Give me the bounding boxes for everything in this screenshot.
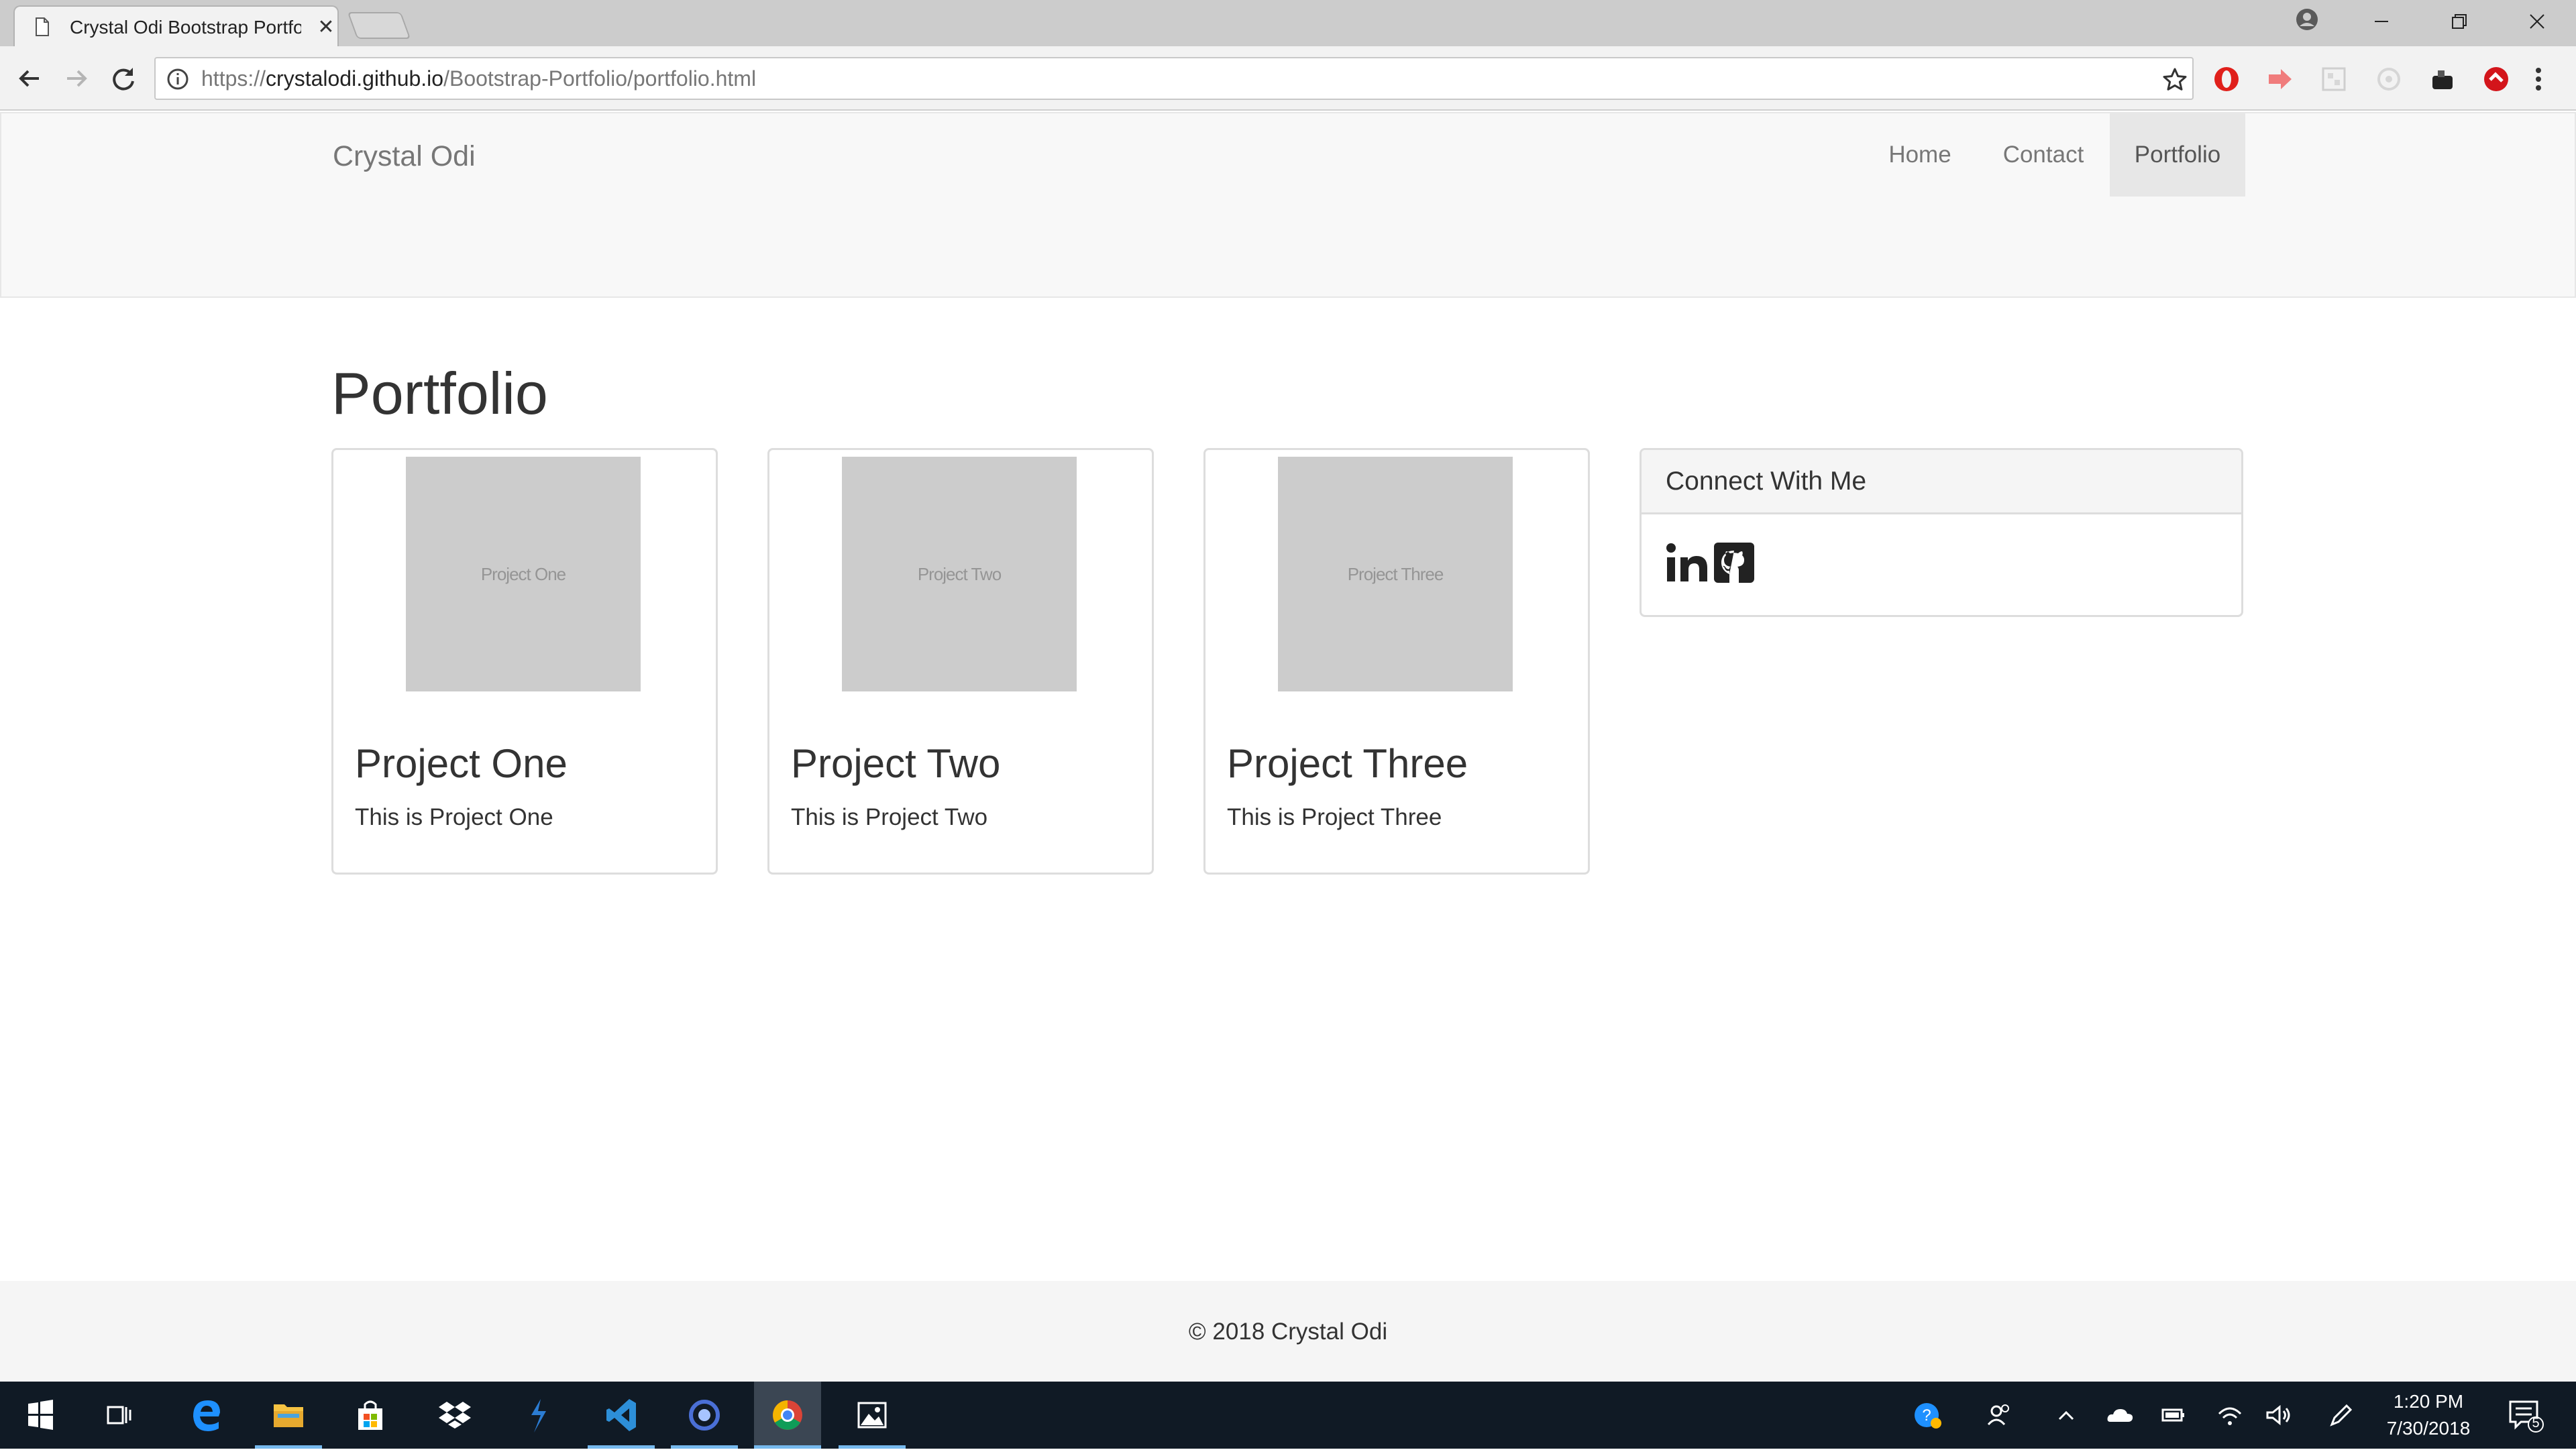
kebab-menu-icon[interactable] [2530,65,2546,93]
windows-start-icon[interactable] [7,1382,74,1449]
url-text[interactable]: https://crystalodi.github.io/Bootstrap-P… [201,58,756,99]
panel-heading: Connect With Me [1642,450,2241,514]
forward-arrow-icon[interactable] [60,62,93,95]
action-center-icon[interactable]: 5 [2506,1396,2546,1434]
tab-title: Crystal Odi Bootstrap Portfolio [70,17,301,38]
cortana-icon[interactable] [671,1382,738,1449]
page-title: Portfolio [331,360,548,427]
new-tab-button[interactable] [347,12,411,39]
pen-icon[interactable] [2325,1399,2357,1431]
copyright-text: © 2018 Crystal Odi [1188,1319,1388,1345]
project-thumbnail[interactable]: Project Two [842,457,1077,691]
notification-count: 5 [2532,1416,2540,1431]
site-navbar: Crystal Odi Home Contact Portfolio [0,112,2576,298]
site-footer: © 2018 Crystal Odi [0,1281,2576,1382]
sway-icon[interactable] [504,1382,572,1449]
arrow-extension-icon[interactable] [2266,65,2294,93]
project-thumbnail[interactable]: Project Three [1278,457,1513,691]
project-description: This is Project Three [1227,804,1442,830]
browser-titlebar: Crystal Odi Bootstrap Portfolio ✕ [0,0,2576,46]
browser-tab[interactable]: Crystal Odi Bootstrap Portfolio ✕ [13,5,339,46]
svg-text:?: ? [1922,1406,1931,1425]
vscode-icon[interactable] [588,1382,655,1449]
clock-date: 7/30/2018 [2386,1418,2471,1439]
url-scheme: https:// [201,66,266,91]
file-explorer-icon[interactable] [255,1382,322,1449]
back-arrow-icon[interactable] [13,62,46,95]
task-view-icon[interactable] [86,1382,153,1449]
battery-icon[interactable] [2157,1399,2190,1431]
linkedin-icon[interactable] [1666,541,1709,584]
opera-extension-icon[interactable] [2212,65,2241,93]
circle-extension-icon[interactable] [2375,65,2403,93]
chevron-up-icon[interactable] [2050,1399,2082,1431]
help-icon[interactable]: ? [1912,1399,1944,1431]
project-card: Project One Project One This is Project … [331,448,718,875]
volume-icon[interactable] [2262,1399,2294,1431]
project-title: Project Three [1227,741,1468,786]
nav-portfolio[interactable]: Portfolio [2110,113,2245,197]
nav-home[interactable]: Home [1866,113,1974,197]
connect-panel: Connect With Me [1640,448,2243,617]
grid-extension-icon[interactable] [2320,65,2348,93]
clock-time: 1:20 PM [2393,1391,2464,1412]
address-bar[interactable]: https://crystalodi.github.io/Bootstrap-P… [154,57,2194,100]
lastpass-extension-icon[interactable] [2482,65,2510,93]
edge-icon[interactable] [173,1382,240,1449]
people-icon[interactable] [1983,1399,2015,1431]
dropbox-icon[interactable] [421,1382,488,1449]
onedrive-icon[interactable] [2104,1399,2136,1431]
project-title: Project One [355,741,568,786]
site-brand[interactable]: Crystal Odi [333,137,476,175]
project-description: This is Project Two [791,804,988,830]
project-card: Project Three Project Three This is Proj… [1203,448,1590,875]
wifi-icon[interactable] [2214,1399,2246,1431]
page-icon [36,17,49,36]
profile-icon[interactable] [2296,8,2318,31]
info-icon[interactable] [166,68,189,91]
store-icon[interactable] [337,1382,404,1449]
minimize-icon[interactable] [2344,3,2419,40]
restore-icon[interactable] [2422,3,2497,40]
clock[interactable]: 1:20 PM 7/30/2018 [2375,1388,2482,1442]
panel-title: Connect With Me [1666,467,1867,496]
project-description: This is Project One [355,804,553,830]
project-card: Project Two Project Two This is Project … [767,448,1154,875]
reload-icon[interactable] [107,62,140,95]
puzzle-extension-icon[interactable] [2428,65,2457,93]
project-title: Project Two [791,741,1001,786]
url-host: crystalodi.github.io [266,66,444,91]
photos-icon[interactable] [839,1382,906,1449]
browser-toolbar: https://crystalodi.github.io/Bootstrap-P… [0,46,2576,111]
star-icon[interactable] [2161,66,2188,93]
github-icon[interactable] [1713,541,1756,584]
nav-contact[interactable]: Contact [1976,113,2110,197]
windows-taskbar: ? 1:20 PM 7/30/2018 5 [0,1382,2576,1449]
close-icon[interactable]: ✕ [317,16,335,39]
project-thumbnail[interactable]: Project One [406,457,641,691]
chrome-icon[interactable] [754,1382,821,1449]
url-path: /Bootstrap-Portfolio/portfolio.html [443,66,757,91]
window-close-icon[interactable] [2500,3,2575,40]
